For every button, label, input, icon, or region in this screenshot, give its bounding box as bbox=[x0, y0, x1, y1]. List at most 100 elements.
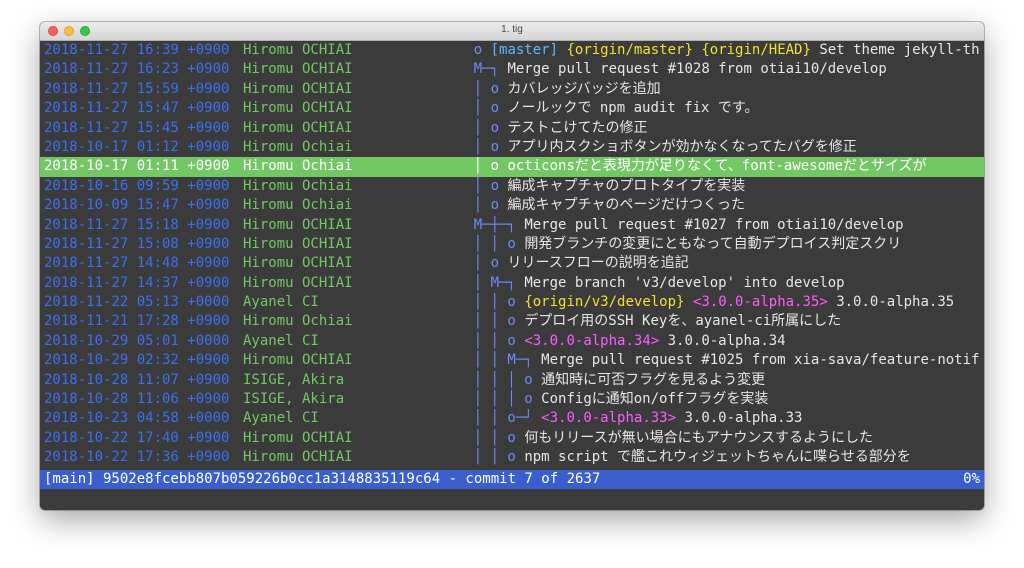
commit-message: Merge pull request #1027 from otiai10/de… bbox=[524, 216, 904, 233]
ref-label: [master] bbox=[490, 42, 559, 58]
commit-list[interactable]: 2018-11-27 16:39 +0900 Hiromu OCHIAI o [m… bbox=[40, 41, 984, 468]
commit-row[interactable]: 2018-10-23 04:58 +0000 Ayanel CI │ │ o─┘ … bbox=[40, 409, 984, 428]
commit-row[interactable]: 2018-10-17 01:12 +0900 Hiromu Ochiai │ o … bbox=[40, 138, 984, 157]
terminal-window: 1. tig 2018-11-27 16:39 +0900 Hiromu OCHI… bbox=[40, 22, 984, 510]
commit-author: Hiromu Ochiai bbox=[243, 177, 353, 194]
commit-graph: │ │ M─┐ bbox=[473, 352, 533, 369]
commit-graph: M─┼─┐ bbox=[473, 216, 516, 233]
commit-row[interactable]: 2018-11-27 15:18 +0900 Hiromu OCHIAI M─┼─… bbox=[40, 216, 984, 235]
commit-date: 2018-11-27 15:59 +0900 bbox=[44, 80, 230, 97]
ref-label: {origin/HEAD} bbox=[701, 42, 811, 58]
commit-row[interactable]: 2018-11-27 16:39 +0900 Hiromu OCHIAI o [m… bbox=[40, 41, 984, 60]
commit-graph: │ │ o bbox=[473, 235, 516, 252]
commit-author: Hiromu OCHIAI bbox=[243, 235, 353, 252]
commit-author: Hiromu OCHIAI bbox=[243, 429, 353, 446]
commit-row[interactable]: 2018-11-27 14:48 +0900 Hiromu OCHIAI │ o … bbox=[40, 254, 984, 273]
commit-row[interactable]: 2018-10-09 15:47 +0900 Hiromu Ochiai │ o … bbox=[40, 196, 984, 215]
commit-message: 何もリリースが無い場合にもアナウンスするようにした bbox=[524, 429, 874, 446]
commit-graph-and-message: │ o 編成キャプチャのページだけつくった bbox=[440, 196, 984, 215]
commit-message: Merge pull request #1025 from xia-sava/f… bbox=[541, 352, 980, 369]
commit-message: デプロイ用のSSH Keyを、ayanel-ci所属にした bbox=[524, 313, 842, 330]
commit-author: ISIGE, Akira bbox=[243, 371, 345, 388]
commit-author: Hiromu OCHIAI bbox=[243, 80, 353, 97]
commit-graph-and-message: │ o テストこけてたの修正 bbox=[440, 119, 984, 138]
commit-graph-and-message: │ │ M─┐ Merge pull request #1025 from xi… bbox=[440, 351, 984, 370]
commit-graph-and-message: │ o ノールックで npm audit fix です。 bbox=[440, 99, 984, 118]
commit-graph-and-message: │ │ o 開発ブランチの変更にともなって自動デプロイス判定スクリ bbox=[440, 235, 984, 254]
commit-author: Hiromu OCHIAI bbox=[243, 61, 353, 78]
commit-author: Hiromu OCHIAI bbox=[243, 255, 353, 272]
commit-author: Hiromu Ochiai bbox=[243, 197, 353, 214]
commit-graph: │ │ │ o bbox=[473, 391, 533, 408]
commit-date: 2018-10-09 15:47 +0900 bbox=[44, 197, 230, 214]
commit-author: Hiromu OCHIAI bbox=[243, 274, 353, 291]
commit-row[interactable]: 2018-11-22 05:13 +0000 Ayanel CI │ │ o {o… bbox=[40, 293, 984, 312]
commit-row[interactable]: 2018-11-27 15:45 +0900 Hiromu OCHIAI │ o … bbox=[40, 119, 984, 138]
commit-row[interactable]: 2018-11-27 15:47 +0900 Hiromu OCHIAI │ o … bbox=[40, 99, 984, 118]
ref-label: <3.0.0-alpha.35> bbox=[692, 294, 828, 311]
commit-message: Set theme jekyll-th bbox=[819, 42, 980, 58]
commit-row[interactable]: 2018-11-27 14:37 +0900 Hiromu OCHIAI │ M─… bbox=[40, 274, 984, 293]
commit-graph: │ o bbox=[473, 197, 500, 214]
commit-message: アプリ内スクショボタンが効かなくなってたバグを修正 bbox=[507, 138, 857, 155]
commit-row[interactable]: 2018-11-27 15:08 +0900 Hiromu OCHIAI │ │ … bbox=[40, 235, 984, 254]
commit-message: 通知時に可否フラグを見るよう変更 bbox=[541, 371, 766, 388]
commit-graph: │ │ o bbox=[473, 449, 516, 466]
commit-row[interactable]: 2018-10-22 17:40 +0900 Hiromu OCHIAI │ │ … bbox=[40, 429, 984, 448]
commit-message: octiconsだと表現力が足りなくて、font-awesomeだとサイズが bbox=[507, 158, 927, 175]
commit-row[interactable]: 2018-10-29 02:32 +0900 Hiromu OCHIAI │ │ … bbox=[40, 351, 984, 370]
commit-graph: │ │ o bbox=[473, 332, 516, 349]
commit-author: Hiromu OCHIAI bbox=[243, 449, 353, 466]
commit-date: 2018-11-27 15:47 +0900 bbox=[44, 100, 230, 117]
commit-row[interactable]: 2018-10-28 11:06 +0900 ISIGE, Akira │ │ │… bbox=[40, 390, 984, 409]
commit-graph: │ o bbox=[473, 100, 500, 117]
commit-row[interactable]: 2018-10-17 01:11 +0900 Hiromu Ochiai │ o … bbox=[40, 157, 984, 177]
commit-graph-and-message: o [master] {origin/master} {origin/HEAD}… bbox=[440, 41, 984, 60]
commit-graph-and-message: │ │ │ o 通知時に可否フラグを見るよう変更 bbox=[440, 371, 984, 390]
commit-row[interactable]: 2018-11-21 17:28 +0900 Hiromu Ochiai │ │ … bbox=[40, 312, 984, 331]
commit-author: Hiromu OCHIAI bbox=[243, 119, 353, 136]
commit-graph: M─┐ bbox=[473, 61, 500, 78]
commit-row[interactable]: 2018-11-27 15:59 +0900 Hiromu OCHIAI │ o … bbox=[40, 80, 984, 99]
commit-row[interactable]: 2018-10-22 17:36 +0900 Hiromu OCHIAI │ │ … bbox=[40, 448, 984, 467]
commit-author: Hiromu Ochiai bbox=[243, 138, 353, 155]
commit-graph-and-message: │ │ o デプロイ用のSSH Keyを、ayanel-ci所属にした bbox=[440, 312, 984, 331]
commit-graph-and-message: │ │ o─┘ <3.0.0-alpha.33> 3.0.0-alpha.33 bbox=[440, 409, 984, 428]
commit-graph: o bbox=[473, 42, 483, 58]
status-bar: [main] 9502e8fcebb807b059226b0cc1a314883… bbox=[40, 470, 984, 489]
commit-author: Hiromu Ochiai bbox=[243, 158, 353, 175]
commit-graph: │ │ o bbox=[473, 294, 516, 311]
commit-author: Hiromu OCHIAI bbox=[243, 100, 353, 117]
commit-graph-and-message: │ │ o 何もリリースが無い場合にもアナウンスするようにした bbox=[440, 429, 984, 448]
commit-graph: │ │ o bbox=[473, 313, 516, 330]
commit-graph: │ │ │ o bbox=[473, 371, 533, 388]
ref-label: {origin/v3/develop} bbox=[524, 294, 685, 311]
commit-message: Merge pull request #1028 from otiai10/de… bbox=[507, 61, 887, 78]
commit-author: Hiromu OCHIAI bbox=[243, 352, 353, 369]
status-bar-percent: 0% bbox=[963, 471, 980, 487]
commit-graph-and-message: │ │ o {origin/v3/develop} <3.0.0-alpha.3… bbox=[440, 293, 984, 312]
commit-graph: │ o bbox=[473, 158, 500, 175]
commit-graph-and-message: │ │ o npm script で艦これウィジェットちゃんに喋らせる部分を bbox=[440, 448, 984, 467]
commit-author: Ayanel CI bbox=[243, 332, 319, 349]
commit-author: Hiromu OCHIAI bbox=[243, 42, 353, 58]
commit-graph: │ o bbox=[473, 255, 500, 272]
commit-date: 2018-10-28 11:06 +0900 bbox=[44, 391, 230, 408]
commit-date: 2018-10-16 09:59 +0900 bbox=[44, 177, 230, 194]
commit-message: リリースフローの説明を追記 bbox=[507, 255, 689, 272]
commit-graph: │ o bbox=[473, 80, 500, 97]
commit-row[interactable]: 2018-10-28 11:07 +0900 ISIGE, Akira │ │ │… bbox=[40, 371, 984, 390]
commit-row[interactable]: 2018-10-16 09:59 +0900 Hiromu Ochiai │ o … bbox=[40, 177, 984, 196]
commit-row[interactable]: 2018-11-27 16:23 +0900 Hiromu OCHIAI M─┐ … bbox=[40, 60, 984, 79]
commit-message: 開発ブランチの変更にともなって自動デプロイス判定スクリ bbox=[524, 235, 902, 252]
commit-row[interactable]: 2018-10-29 05:01 +0000 Ayanel CI │ │ o <3… bbox=[40, 332, 984, 351]
tig-main-view[interactable]: 2018-11-27 16:39 +0900 Hiromu OCHIAI o [m… bbox=[40, 41, 984, 510]
commit-message: Merge branch 'v3/develop' into develop bbox=[524, 274, 845, 291]
commit-date: 2018-11-27 16:23 +0900 bbox=[44, 61, 230, 78]
commit-message: ノールックで npm audit fix です。 bbox=[507, 100, 759, 117]
commit-message: 3.0.0-alpha.35 bbox=[836, 294, 955, 311]
commit-message: テストこけてたの修正 bbox=[507, 119, 648, 136]
commit-graph-and-message: │ │ │ o Configに通知on/offフラグを実装 bbox=[440, 390, 984, 409]
commit-date: 2018-11-27 16:39 +0900 bbox=[44, 42, 230, 58]
commit-date: 2018-10-29 02:32 +0900 bbox=[44, 352, 230, 369]
